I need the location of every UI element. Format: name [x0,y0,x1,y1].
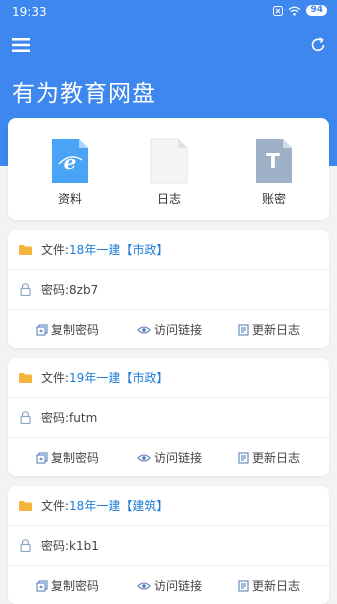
file-row: 文件: 18年一建【市政】 [8,230,329,269]
sim-icon [273,5,284,16]
log-icon [238,580,249,591]
file-name-link[interactable]: 18年一建【市政】 [69,241,168,258]
lock-icon [18,411,32,425]
wifi-icon [289,6,301,16]
battery-indicator: 94 [306,5,327,16]
category-label: 资料 [57,192,82,206]
log-icon [238,324,249,335]
password-label: 密码: [41,539,70,553]
page-title: 有为教育网盘 [12,81,156,107]
visit-link-button[interactable]: 访问链接 [137,438,202,476]
update-log-button[interactable]: 更新日志 [238,310,300,348]
password-label: 密码: [41,283,70,297]
ie-doc-icon: e [52,139,88,183]
password-value: futm [69,410,98,425]
category-panel: e 资料 日志 T 账密 [8,118,329,220]
copy-password-label: 复制密码 [51,579,100,593]
file-row: 文件: 19年一建【市政】 [8,358,329,397]
text-doc-icon: T [256,139,292,183]
category-item-docs[interactable]: e 资料 [40,138,100,207]
svg-text:e: e [64,150,77,174]
copy-password-label: 复制密码 [51,323,100,337]
update-log-label: 更新日志 [252,451,301,465]
update-log-label: 更新日志 [252,579,301,593]
copy-icon [36,580,48,591]
lock-icon [18,539,32,553]
eye-icon [137,325,151,334]
copy-password-button[interactable]: 复制密码 [36,566,99,604]
update-log-label: 更新日志 [252,323,301,337]
eye-icon [137,453,151,462]
file-card: 文件: 18年一建【市政】 密码: 8zb7 复制密码 访问链接 更新日志 [8,230,329,348]
log-icon [238,452,249,463]
svg-text:T: T [266,149,280,173]
refresh-icon[interactable] [309,36,327,54]
file-card: 文件: 18年一建【建筑】 密码: k1b1 复制密码 访问链接 更新日志 [8,486,329,604]
copy-icon [36,452,48,463]
action-row: 复制密码 访问链接 更新日志 [8,309,329,348]
folder-icon [18,371,32,385]
copy-password-button[interactable]: 复制密码 [36,310,99,348]
file-name-link[interactable]: 18年一建【建筑】 [69,497,168,514]
visit-link-label: 访问链接 [154,323,203,337]
update-log-button[interactable]: 更新日志 [238,566,300,604]
password-row: 密码: 8zb7 [8,269,329,309]
blank-doc-icon [150,138,188,184]
action-row: 复制密码 访问链接 更新日志 [8,437,329,476]
category-item-logs[interactable]: 日志 [139,138,199,207]
lock-icon [18,283,32,297]
menu-icon[interactable] [12,37,30,53]
system-icons: 94 [273,5,327,16]
visit-link-label: 访问链接 [154,579,203,593]
copy-password-button[interactable]: 复制密码 [36,438,99,476]
file-row: 文件: 18年一建【建筑】 [8,486,329,525]
file-card: 文件: 19年一建【市政】 密码: futm 复制密码 访问链接 更新日志 [8,358,329,476]
file-label: 文件: [41,499,70,513]
update-log-button[interactable]: 更新日志 [238,438,300,476]
password-value: 8zb7 [69,282,99,297]
file-label: 文件: [41,371,70,385]
category-label: 日志 [156,192,181,206]
folder-icon [18,243,32,257]
copy-password-label: 复制密码 [51,451,100,465]
folder-icon [18,499,32,513]
category-label: 账密 [261,192,286,206]
password-value: k1b1 [69,538,99,553]
visit-link-label: 访问链接 [154,451,203,465]
password-row: 密码: futm [8,397,329,437]
password-row: 密码: k1b1 [8,525,329,565]
visit-link-button[interactable]: 访问链接 [137,566,202,604]
status-time: 19:33 [12,5,47,19]
category-item-accounts[interactable]: T 账密 [244,138,304,207]
action-row: 复制密码 访问链接 更新日志 [8,565,329,604]
password-label: 密码: [41,411,70,425]
status-bar: 19:33 94 [0,0,337,26]
visit-link-button[interactable]: 访问链接 [137,310,202,348]
eye-icon [137,581,151,590]
file-label: 文件: [41,243,70,257]
copy-icon [36,324,48,335]
file-name-link[interactable]: 19年一建【市政】 [69,369,168,386]
